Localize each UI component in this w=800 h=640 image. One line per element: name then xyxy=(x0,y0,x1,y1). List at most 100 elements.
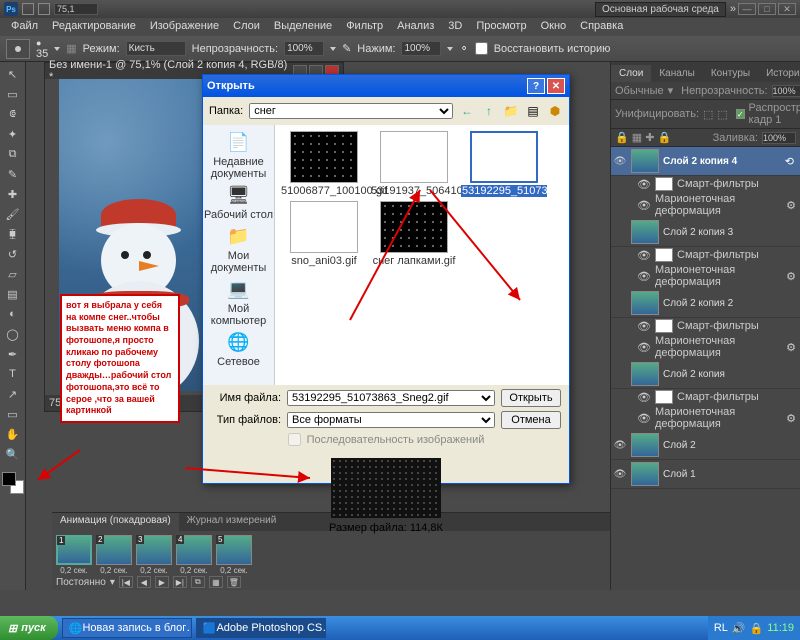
dialog-help[interactable]: ? xyxy=(527,78,545,94)
history-brush-tool[interactable]: ↺ xyxy=(3,245,23,263)
unify-icon2[interactable]: ⬚ xyxy=(717,108,727,121)
smart-filters-row[interactable]: 👁Смарт-фильтры xyxy=(611,176,800,192)
menu-3d[interactable]: 3D xyxy=(441,18,469,36)
workspace-more[interactable]: » xyxy=(730,3,736,15)
tray-icon[interactable]: 🔒 xyxy=(750,622,764,635)
first-frame-btn[interactable]: |◀ xyxy=(119,576,133,588)
menu-view[interactable]: Просмотр xyxy=(469,18,533,36)
cancel-button[interactable]: Отмена xyxy=(501,411,561,429)
unify-icon[interactable]: ⬚ xyxy=(703,108,713,121)
views-icon[interactable]: ▤ xyxy=(525,103,541,119)
color-swatches[interactable] xyxy=(2,472,24,494)
wand-tool[interactable]: ✦ xyxy=(3,125,23,143)
screenmode-toggle[interactable] xyxy=(38,3,50,15)
menu-image[interactable]: Изображение xyxy=(143,18,226,36)
bridge-icon[interactable]: ⬢ xyxy=(547,103,563,119)
opacity-input[interactable] xyxy=(284,41,324,56)
zoom-input[interactable] xyxy=(54,3,98,15)
frame-2[interactable]: 20,2 сек. xyxy=(96,535,132,575)
shape-tool[interactable]: ▭ xyxy=(3,405,23,423)
start-button[interactable]: ⊞пуск xyxy=(0,616,58,640)
layer-row[interactable]: 👁 Слой 2 копия 4 ⟲ xyxy=(611,147,800,176)
blend-mode[interactable]: Обычные xyxy=(615,85,664,97)
taskbar-item[interactable]: 🟦 Adobe Photoshop CS… xyxy=(196,618,326,638)
eraser-tool[interactable]: ▱ xyxy=(3,265,23,283)
flow-input[interactable] xyxy=(401,41,441,56)
layer-row[interactable]: Слой 2 копия xyxy=(611,360,800,389)
airbrush-icon[interactable]: ⚬ xyxy=(459,42,468,55)
tween-btn[interactable]: ⧉ xyxy=(191,576,205,588)
path-tool[interactable]: ↗ xyxy=(3,385,23,403)
menu-filter[interactable]: Фильтр xyxy=(339,18,390,36)
tab-layers[interactable]: Слои xyxy=(611,65,651,82)
filename-input[interactable]: 53192295_51073863_Sneg2.gif xyxy=(287,390,495,406)
layer-row[interactable]: Слой 2 копия 2 xyxy=(611,289,800,318)
menu-edit[interactable]: Редактирование xyxy=(45,18,143,36)
crop-tool[interactable]: ⧉ xyxy=(3,145,23,163)
frame-1[interactable]: 10,2 сек. xyxy=(56,535,92,575)
zoom-tool[interactable]: 🔍 xyxy=(3,445,23,463)
pen-tool[interactable]: ✒ xyxy=(3,345,23,363)
puppet-warp-row[interactable]: 👁Марионеточная деформация⚙ xyxy=(611,192,800,218)
play-btn[interactable]: ▶ xyxy=(155,576,169,588)
window-max[interactable]: □ xyxy=(758,3,776,15)
tablet-opacity-icon[interactable]: ✎ xyxy=(342,42,351,55)
file-list[interactable]: 51006877_100100.gif 53191937_50641023_… … xyxy=(275,125,569,385)
marquee-tool[interactable]: ▭ xyxy=(3,85,23,103)
tray-lang[interactable]: RL xyxy=(714,622,728,634)
menu-select[interactable]: Выделение xyxy=(267,18,339,36)
blur-tool[interactable]: ◐ xyxy=(3,305,23,323)
back-icon[interactable]: ← xyxy=(459,103,475,119)
menu-layer[interactable]: Слои xyxy=(226,18,267,36)
tray-icon[interactable]: 🔊 xyxy=(732,622,746,635)
layer-row[interactable]: 👁Слой 2 xyxy=(611,431,800,460)
blend-mode-select[interactable] xyxy=(126,41,186,56)
dialog-titlebar[interactable]: Открыть ? ✕ xyxy=(203,75,569,97)
frame-5[interactable]: 50,2 сек. xyxy=(216,535,252,575)
system-tray[interactable]: RL 🔊 🔒 11:19 xyxy=(708,616,800,640)
filetype-select[interactable]: Все форматы xyxy=(287,412,495,428)
layer-name[interactable]: Слой 2 копия 4 xyxy=(663,156,781,167)
place-mydocs[interactable]: 📁Мои документы xyxy=(203,223,274,274)
menu-file[interactable]: Файл xyxy=(4,18,45,36)
file-item[interactable]: 53192295_51073863_Sneg2.gif xyxy=(461,131,547,197)
hand-tool[interactable]: ✋ xyxy=(3,425,23,443)
open-button[interactable]: Открыть xyxy=(501,389,561,407)
new-frame-btn[interactable]: ▦ xyxy=(209,576,223,588)
window-min[interactable]: — xyxy=(738,3,756,15)
eyedropper-tool[interactable]: ✎ xyxy=(3,165,23,183)
dodge-tool[interactable]: ◯ xyxy=(3,325,23,343)
visibility-toggle[interactable]: 👁 xyxy=(613,156,627,167)
tab-history[interactable]: История xyxy=(758,65,800,82)
menu-analysis[interactable]: Анализ xyxy=(390,18,441,36)
tab-animation[interactable]: Анимация (покадровая) xyxy=(52,513,179,531)
window-close[interactable]: ✕ xyxy=(778,3,796,15)
move-tool[interactable]: ↖ xyxy=(3,65,23,83)
type-tool[interactable]: T xyxy=(3,365,23,383)
delete-frame-btn[interactable]: 🗑 xyxy=(227,576,241,588)
newfolder-icon[interactable]: 📁 xyxy=(503,103,519,119)
taskbar-item[interactable]: 🌐 Новая запись в блог… xyxy=(62,618,192,638)
up-icon[interactable]: ↑ xyxy=(481,103,497,119)
loop-select[interactable]: Постоянно xyxy=(56,577,106,588)
fill-input[interactable] xyxy=(762,132,796,144)
frame-3[interactable]: 30,2 сек. xyxy=(136,535,172,575)
layer-opacity-input[interactable] xyxy=(772,85,800,97)
lasso-tool[interactable]: ⟃ xyxy=(3,105,23,123)
dialog-close[interactable]: ✕ xyxy=(547,78,565,94)
menu-window[interactable]: Окно xyxy=(534,18,574,36)
frame-4[interactable]: 40,2 сек. xyxy=(176,535,212,575)
brush-preset[interactable] xyxy=(6,39,30,59)
workspace-switcher[interactable]: Основная рабочая среда xyxy=(595,2,726,17)
file-item[interactable]: 53191937_50641023_… xyxy=(371,131,457,197)
file-item[interactable]: 51006877_100100.gif xyxy=(281,131,367,197)
folder-select[interactable]: снег xyxy=(249,103,453,119)
next-frame-btn[interactable]: ▶| xyxy=(173,576,187,588)
menu-help[interactable]: Справка xyxy=(573,18,630,36)
file-item[interactable]: снег лапками.gif xyxy=(371,201,457,267)
brush-picker[interactable] xyxy=(54,47,60,51)
menubar-toggle[interactable] xyxy=(22,3,34,15)
brush-tool[interactable]: 🖌 xyxy=(3,205,23,223)
place-desktop[interactable]: 🖥Рабочий стол xyxy=(204,182,273,221)
heal-tool[interactable]: ✚ xyxy=(3,185,23,203)
